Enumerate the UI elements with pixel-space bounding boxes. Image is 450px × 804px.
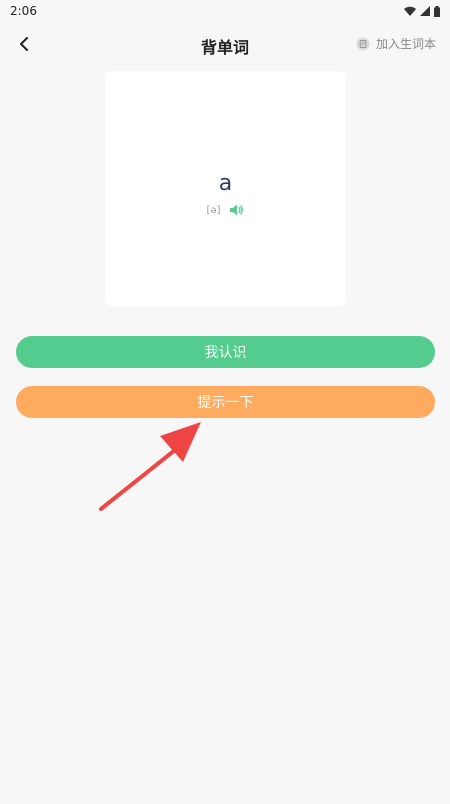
add-to-vocabulary-label: 加入生词本 [375, 37, 436, 51]
status-time: 2:06 [10, 4, 37, 18]
hint-button[interactable]: 提示一下 [16, 386, 435, 418]
top-nav-bar: 背单词 加入生词本 [0, 24, 450, 64]
word-card: a [ə] [105, 71, 346, 306]
i-know-button[interactable]: 我认识 [16, 336, 435, 368]
book-icon [356, 37, 370, 50]
status-icons [404, 5, 440, 17]
phonetic-text: [ə] [206, 204, 221, 216]
word-text: a [218, 171, 233, 196]
wifi-icon [404, 6, 416, 16]
signal-icon [420, 6, 430, 16]
status-bar: 2:06 [0, 0, 450, 22]
battery-icon [434, 5, 440, 17]
speaker-icon[interactable] [230, 204, 244, 216]
add-to-vocabulary-button[interactable]: 加入生词本 [356, 35, 436, 52]
phonetic-row: [ə] [105, 204, 346, 216]
